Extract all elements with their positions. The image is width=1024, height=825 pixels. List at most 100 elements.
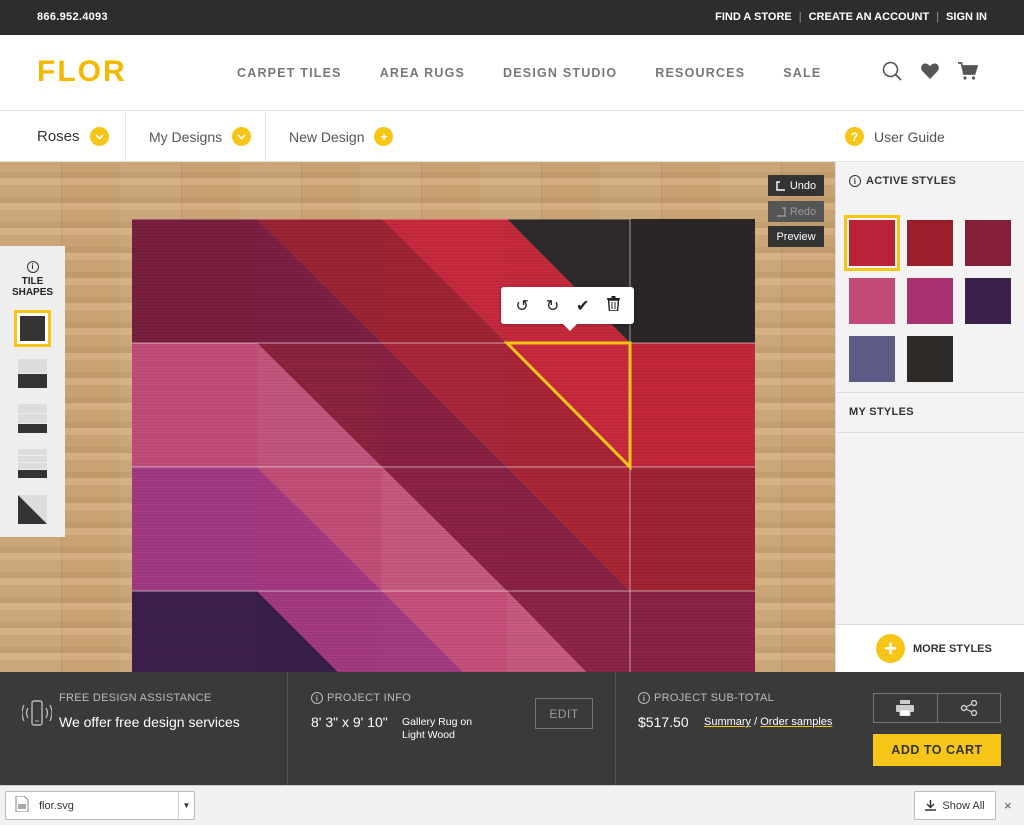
assistance-text[interactable]: We offer free design services: [59, 714, 240, 730]
my-styles-heading[interactable]: MY STYLES: [849, 406, 914, 418]
show-all-downloads-button[interactable]: Show All: [914, 791, 996, 820]
undo-button[interactable]: Undo: [768, 175, 824, 196]
undo-icon: [776, 180, 785, 191]
edit-project-button[interactable]: EDIT: [535, 698, 593, 729]
share-icon[interactable]: [938, 694, 1001, 722]
subtotal-section: i PROJECT SUB-TOTAL $517.50 Summary / Or…: [616, 672, 1024, 785]
new-design-label: New Design: [289, 128, 365, 145]
plus-icon: +: [374, 127, 394, 146]
nav-carpet-tiles[interactable]: CARPET TILES: [237, 66, 342, 80]
project-summary-bar: FREE DESIGN ASSISTANCE We offer free des…: [0, 672, 1024, 785]
divider: [125, 111, 126, 162]
design-canvas[interactable]: i TILE SHAPES Undo Redo Preview ↺ ↻ ✔: [0, 162, 835, 672]
sign-in-link[interactable]: SIGN IN: [946, 11, 987, 23]
chevron-down-icon: [232, 127, 252, 146]
assistance-label: FREE DESIGN ASSISTANCE: [59, 692, 212, 704]
heart-icon[interactable]: [920, 61, 940, 81]
utility-links: FIND A STORE | CREATE AN ACCOUNT | SIGN …: [715, 11, 987, 23]
active-styles-heading: i ACTIVE STYLES: [849, 175, 956, 187]
flor-logo[interactable]: FLOR: [37, 55, 127, 89]
more-styles-button[interactable]: + MORE STYLES: [836, 624, 1024, 672]
share-print-box: [873, 693, 1001, 723]
strip-shape-icon: [18, 404, 47, 433]
styles-panel: i ACTIVE STYLES MY STYLES + MORE STYLES: [835, 162, 1024, 672]
download-item[interactable]: flor.svg ▼: [5, 791, 195, 820]
shape-square-option[interactable]: [14, 310, 51, 347]
divider: [836, 392, 1024, 393]
nav-area-rugs[interactable]: AREA RUGS: [380, 66, 465, 80]
utility-bar: 866.952.4093 FIND A STORE | CREATE AN AC…: [0, 0, 1024, 35]
find-store-link[interactable]: FIND A STORE: [715, 11, 792, 23]
style-swatch[interactable]: [907, 220, 953, 266]
nav-sale[interactable]: SALE: [783, 66, 821, 80]
style-swatch[interactable]: [849, 278, 895, 324]
show-all-label: Show All: [942, 799, 985, 812]
style-swatch[interactable]: [965, 220, 1011, 266]
subtotal-label: PROJECT SUB-TOTAL: [654, 692, 775, 704]
shape-narrow-strip-option[interactable]: [18, 449, 47, 478]
phone-number[interactable]: 866.952.4093: [37, 11, 108, 23]
my-designs-dropdown[interactable]: My Designs: [149, 111, 252, 162]
tile-shapes-title-1: TILE: [21, 276, 44, 287]
subtotal-links: Summary / Order samples: [704, 716, 832, 728]
chevron-down-icon[interactable]: ▼: [178, 792, 194, 819]
redo-button[interactable]: Redo: [768, 201, 824, 222]
plus-icon: +: [876, 634, 905, 663]
shape-triangle-option[interactable]: [18, 495, 47, 524]
plank-shape-icon: [18, 359, 47, 388]
rug-type-line-1: Gallery Rug on: [402, 716, 473, 728]
narrow-strip-shape-icon: [18, 449, 47, 478]
user-guide-link[interactable]: ? User Guide: [845, 111, 945, 162]
current-design-dropdown[interactable]: Roses: [37, 111, 109, 162]
square-shape-icon: [20, 316, 45, 341]
divider: [836, 432, 1024, 433]
style-swatch[interactable]: [907, 278, 953, 324]
shape-plank-option[interactable]: [18, 359, 47, 388]
style-swatch[interactable]: [965, 278, 1011, 324]
rotate-right-icon[interactable]: ↻: [546, 296, 559, 316]
help-icon: ?: [845, 127, 864, 146]
summary-link[interactable]: Summary: [704, 716, 751, 728]
rotate-left-icon[interactable]: ↺: [515, 296, 528, 316]
active-styles-title: ACTIVE STYLES: [866, 175, 957, 187]
info-icon[interactable]: i: [311, 692, 323, 704]
print-icon[interactable]: [874, 694, 938, 722]
cart-icon[interactable]: [958, 61, 979, 81]
more-styles-label: MORE STYLES: [913, 642, 992, 655]
rug-type: Gallery Rug on Light Wood: [402, 716, 472, 742]
file-icon: [15, 795, 29, 815]
download-filename: flor.svg: [39, 799, 74, 812]
trash-icon[interactable]: [606, 295, 620, 316]
nav-design-studio[interactable]: DESIGN STUDIO: [503, 66, 617, 80]
style-swatch[interactable]: [849, 336, 895, 382]
separator: |: [936, 11, 940, 23]
my-designs-label: My Designs: [149, 128, 223, 145]
rug-preview[interactable]: [132, 219, 755, 672]
redo-label: Redo: [789, 205, 817, 218]
separator: |: [798, 11, 802, 23]
shape-strip-option[interactable]: [18, 404, 47, 433]
link-separator: /: [754, 716, 758, 728]
style-swatch[interactable]: [844, 215, 900, 271]
order-samples-link[interactable]: Order samples: [760, 716, 832, 728]
info-icon[interactable]: i: [638, 692, 650, 704]
search-icon[interactable]: [882, 61, 902, 81]
tile-shapes-header: i TILE SHAPES: [0, 256, 65, 298]
info-icon[interactable]: i: [849, 175, 861, 187]
create-account-link[interactable]: CREATE AN ACCOUNT: [809, 11, 930, 23]
preview-button[interactable]: Preview: [768, 226, 824, 247]
close-icon[interactable]: ×: [1004, 798, 1012, 813]
nav-resources[interactable]: RESOURCES: [655, 66, 745, 80]
rug-dimensions: 8' 3" x 9' 10": [311, 714, 388, 730]
style-swatch[interactable]: [907, 336, 953, 382]
redo-icon: [776, 206, 786, 217]
user-guide-label: User Guide: [874, 128, 945, 145]
check-icon[interactable]: ✔: [576, 296, 589, 316]
assistance-section: FREE DESIGN ASSISTANCE We offer free des…: [0, 672, 288, 785]
tile-shapes-title-2: SHAPES: [11, 287, 54, 298]
header-icons: [882, 61, 979, 81]
info-icon[interactable]: i: [26, 260, 39, 273]
add-to-cart-button[interactable]: ADD TO CART: [873, 734, 1001, 766]
new-design-button[interactable]: New Design +: [289, 111, 394, 162]
subtotal-amount: $517.50: [638, 714, 689, 730]
